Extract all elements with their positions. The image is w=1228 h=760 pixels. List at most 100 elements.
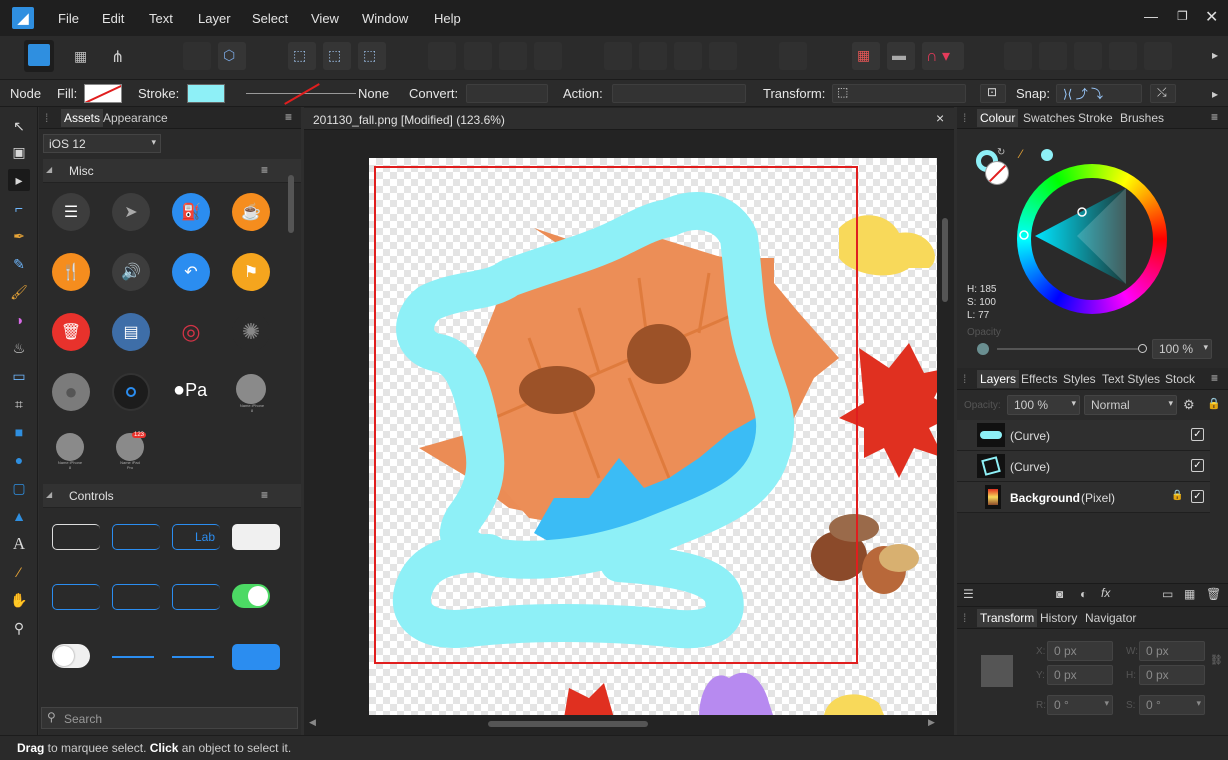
textfield-asset[interactable] [52, 524, 100, 550]
blue-button-asset[interactable] [232, 644, 280, 670]
pixel-persona-button[interactable]: ▦ [68, 42, 96, 70]
toolbar-btn-5[interactable] [499, 42, 527, 70]
arrange-btn-2[interactable]: ⬚ [323, 42, 351, 70]
panel-menu-icon[interactable]: ≡ [285, 110, 292, 124]
blend-mode-dropdown[interactable]: Normal ▾ [1084, 395, 1177, 415]
tab-stock[interactable]: Stock [1165, 372, 1195, 386]
swap-colours-icon[interactable]: ↻ [997, 147, 1005, 158]
adjustment-icon[interactable]: ◐ [1080, 587, 1087, 601]
toolbar-btn-8[interactable] [639, 42, 667, 70]
toolbar-btn-9[interactable] [674, 42, 702, 70]
layer-row[interactable]: (Curve) ✓ [957, 451, 1210, 482]
menu-window[interactable]: Window [362, 11, 408, 26]
document-tab[interactable]: 201130_fall.png [Modified] (123.6%) × [304, 108, 954, 130]
coffee-asset-icon[interactable]: ☕ [232, 193, 270, 231]
fingerprint-asset-icon[interactable]: ◎ [172, 313, 210, 351]
text-tool-icon[interactable]: A [8, 533, 30, 555]
tab-effects[interactable]: Effects [1021, 372, 1057, 386]
menu-select[interactable]: Select [252, 11, 288, 26]
slider-asset-2[interactable] [172, 656, 214, 658]
app-logo-icon[interactable]: ◢ [12, 7, 34, 29]
archive-asset-icon[interactable]: ▤ [112, 313, 150, 351]
apple-pay-asset[interactable]: ●Pa [173, 379, 207, 402]
layer-visibility-checkbox[interactable]: ✓ [1191, 459, 1204, 472]
designer-persona-button[interactable] [24, 40, 54, 72]
snap-grid-button[interactable]: ▦ [852, 42, 880, 70]
fuel-asset-icon[interactable]: ⛽ [172, 193, 210, 231]
white-button-asset[interactable] [232, 524, 280, 550]
asset-category-dropdown[interactable]: iOS 12 ▾ [43, 134, 161, 153]
rounded-rect-tool-icon[interactable]: ▢ [8, 477, 30, 499]
toolbar-btn-7[interactable] [604, 42, 632, 70]
panel-menu-icon[interactable]: ≡ [1211, 371, 1218, 385]
toolbar-btn-13[interactable] [1004, 42, 1032, 70]
layer-visibility-checkbox[interactable]: ✓ [1191, 490, 1204, 503]
minimize-button[interactable]: — [1144, 8, 1158, 24]
volume-asset-icon[interactable]: 🔊 [112, 253, 150, 291]
menu-text[interactable]: Text [149, 11, 173, 26]
layer-visibility-checkbox[interactable]: ✓ [1191, 428, 1204, 441]
pen-tool-icon[interactable]: ✒ [8, 225, 30, 247]
toolbar-btn-2[interactable]: ⬡ [218, 42, 246, 70]
segment-asset-1[interactable] [52, 584, 100, 610]
tab-colour[interactable]: Colour [977, 109, 1019, 127]
rotation-field[interactable]: 0 ° ▾ [1047, 695, 1113, 715]
trash-asset-icon[interactable]: 🗑 [52, 313, 90, 351]
place-image-tool-icon[interactable]: ▭ [8, 365, 30, 387]
toolbar-btn-4[interactable] [464, 42, 492, 70]
pencil-tool-icon[interactable]: ✎ [8, 253, 30, 275]
tab-styles[interactable]: Styles [1063, 372, 1096, 386]
corner-tool-icon[interactable]: ⌐ [8, 197, 30, 219]
reply-asset-icon[interactable]: ↶ [172, 253, 210, 291]
menu-view[interactable]: View [311, 11, 339, 26]
toolbar-btn-10[interactable] [709, 42, 737, 70]
menu-edit[interactable]: Edit [102, 11, 124, 26]
color-picker-tool-icon[interactable]: ⁄ [8, 561, 30, 583]
stroke-style-dropdown[interactable]: None [240, 83, 392, 105]
layer-row[interactable]: (Curve) ✓ [957, 420, 1210, 451]
colour-wheel[interactable] [1017, 164, 1167, 314]
link-chain-icon[interactable]: ⛓ [1210, 655, 1223, 666]
menu-layer[interactable]: Layer [198, 11, 231, 26]
flag-asset-icon[interactable]: ⚑ [232, 253, 270, 291]
segment-asset-2[interactable] [112, 584, 160, 610]
move-tool-icon[interactable]: ↖ [8, 115, 30, 137]
action-buttons[interactable] [612, 84, 746, 103]
y-field[interactable]: 0 px [1047, 665, 1113, 685]
toolbar-btn-3[interactable] [428, 42, 456, 70]
close-document-icon[interactable]: × [936, 110, 944, 126]
panel-menu-icon[interactable]: ≡ [1211, 110, 1218, 124]
snap-buttons[interactable]: ⟩⟨ ⤴ ⤵ [1056, 84, 1142, 103]
gear-icon[interactable]: ⚙ [1183, 397, 1195, 413]
eyedropper-icon[interactable]: ⁄ [1020, 147, 1022, 161]
toolbar-btn-1[interactable] [183, 42, 211, 70]
assets-search-field[interactable]: ⚲ Search [41, 707, 298, 729]
snap-extra-button[interactable]: ⤯ [1150, 84, 1176, 103]
toggle-off-asset[interactable] [52, 644, 90, 668]
phone-asset-2[interactable] [56, 433, 84, 461]
radio-asset-icon[interactable] [112, 373, 150, 411]
toolbar-btn-16[interactable] [1109, 42, 1137, 70]
tab-text-styles[interactable]: Text Styles [1102, 372, 1160, 386]
spinner-asset-icon[interactable]: ✺ [232, 313, 270, 351]
tab-history[interactable]: History [1040, 611, 1077, 625]
toggle-on-asset[interactable] [232, 584, 270, 608]
context-overflow-icon[interactable]: ▸ [1212, 87, 1218, 101]
brush-tool-icon[interactable]: 🖌 [8, 281, 30, 303]
restaurant-asset-icon[interactable]: 🍴 [52, 253, 90, 291]
segment-asset-3[interactable] [172, 584, 220, 610]
delete-layer-icon[interactable]: 🗑 [1206, 587, 1221, 601]
ellipse-tool-icon[interactable]: ● [8, 449, 30, 471]
fill-tool-icon[interactable]: ◑ [8, 309, 30, 331]
width-field[interactable]: 0 px [1139, 641, 1205, 661]
toolbar-btn-15[interactable] [1074, 42, 1102, 70]
colour-opacity-field[interactable]: 100 % ▾ [1152, 339, 1212, 359]
toolbar-btn-11[interactable] [779, 42, 807, 70]
canvas-vertical-scrollbar[interactable] [942, 218, 948, 302]
triangle-tool-icon[interactable]: ▲ [8, 505, 30, 527]
tab-swatches[interactable]: Swatches [1023, 111, 1075, 125]
phone-asset-1[interactable] [236, 374, 266, 404]
colour-triangle[interactable] [1017, 164, 1167, 314]
tab-navigator[interactable]: Navigator [1085, 611, 1136, 625]
fill-colour-none-icon[interactable] [985, 161, 1009, 185]
